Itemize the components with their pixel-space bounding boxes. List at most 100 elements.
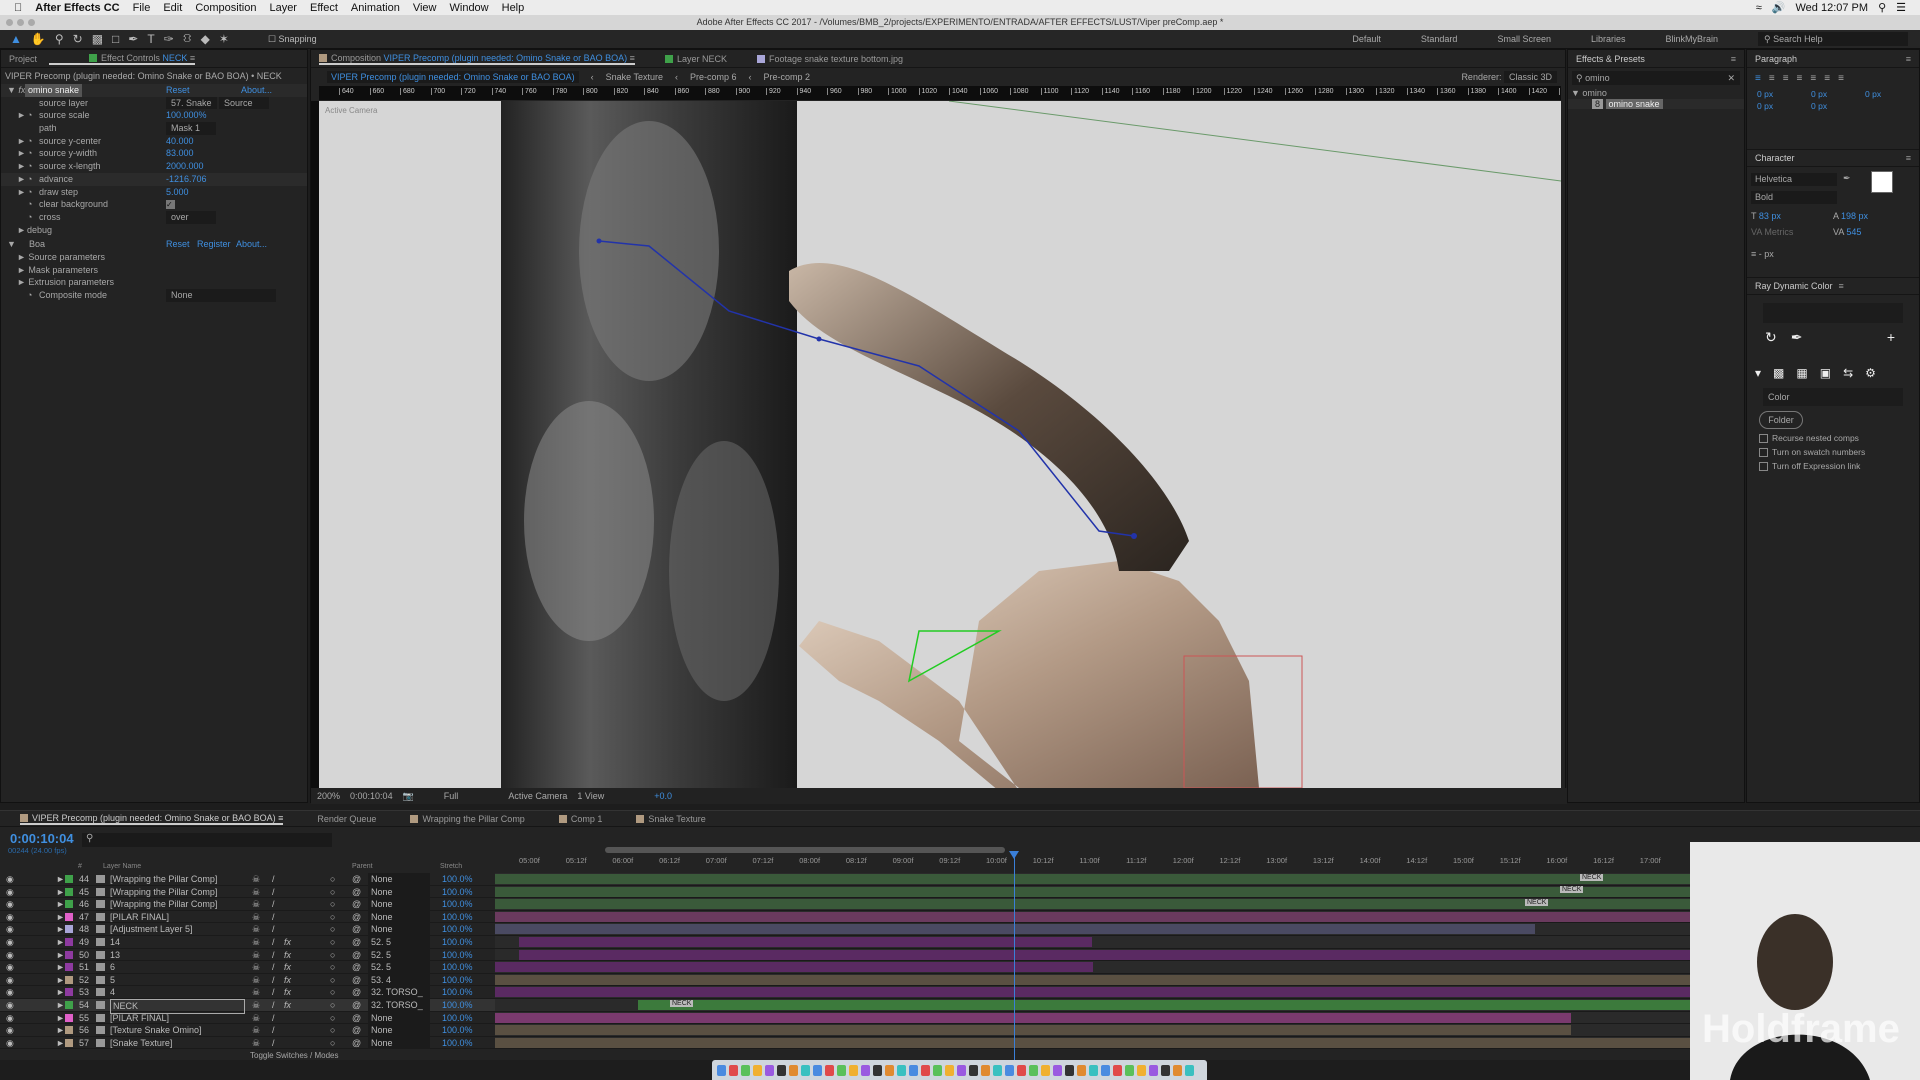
stopwatch-icon[interactable]: ◔ [27,135,32,148]
layer-name[interactable]: [Snake Texture] [110,1037,172,1050]
stopwatch-icon[interactable]: ◔ [27,289,32,302]
dock-app-icon[interactable] [1017,1064,1026,1076]
breadcrumb-item[interactable]: Pre-comp 2 [764,72,811,82]
tab-footage[interactable]: Footage snake texture bottom.jpg [756,54,903,64]
shy-switch-icon[interactable]: ☠ [252,999,260,1012]
3d-layer-icon[interactable]: ○ [330,898,335,911]
quality-switch-icon[interactable]: / [272,986,275,999]
quality-switch-icon[interactable]: / [272,886,275,899]
quality-switch-icon[interactable]: / [272,974,275,987]
space-before-field[interactable]: 0 px [1757,101,1811,111]
pickwhip-icon[interactable]: @ [352,999,361,1012]
shy-switch-icon[interactable]: ☠ [252,986,260,999]
font-size-field[interactable]: 83 px [1759,211,1781,221]
close-window-button[interactable] [6,19,13,26]
pickwhip-icon[interactable]: @ [352,923,361,936]
dock-app-icon[interactable] [921,1064,930,1076]
stamp-tool-icon[interactable]: ⛻ [183,31,192,47]
visibility-eye-icon[interactable]: ◉ [6,873,14,886]
visibility-eye-icon[interactable]: ◉ [6,974,14,987]
layer-name[interactable]: [Wrapping the Pillar Comp] [110,873,217,886]
camera-tool-icon[interactable]: ▩ [92,32,103,46]
label-color-swatch[interactable] [65,938,73,946]
layer-search-input[interactable]: ⚲ [82,833,332,847]
layer-name[interactable]: [Wrapping the Pillar Comp] [110,886,217,899]
stretch-value[interactable]: 100.0% [442,999,473,1012]
workspace-blinkmybrain[interactable]: BlinkMyBrain [1665,34,1718,44]
font-style-dropdown[interactable]: Bold [1751,191,1837,204]
dock-app-icon[interactable] [1065,1064,1074,1076]
exposure-value[interactable]: +0.0 [654,791,672,801]
dock-app-icon[interactable] [993,1064,1002,1076]
parent-dropdown[interactable]: None [368,1036,430,1050]
stopwatch-icon[interactable]: ◔ [27,211,32,224]
stretch-value[interactable]: 100.0% [442,1037,473,1050]
visibility-eye-icon[interactable]: ◉ [6,1012,14,1025]
shy-switch-icon[interactable]: ☠ [252,961,260,974]
layer-track[interactable] [495,885,1690,899]
parent-dropdown[interactable]: 32. TORSO_ [368,999,430,1012]
current-time-display[interactable]: 0:00:10:04 [350,791,393,801]
shy-switch-icon[interactable]: ☠ [252,911,260,924]
layer-expand-toggle[interactable]: ► [56,961,65,974]
indent-right-field[interactable]: 0 px [1811,89,1865,99]
volume-icon[interactable]: 🔊 [1772,1,1786,14]
visibility-eye-icon[interactable]: ◉ [6,999,14,1012]
layer-name[interactable]: 6 [110,961,115,974]
parent-dropdown[interactable]: 52. 5 [368,936,430,949]
dock-app-icon[interactable] [825,1064,834,1076]
quality-switch-icon[interactable]: / [272,911,275,924]
layer-row[interactable]: ◉ ► 44 [Wrapping the Pillar Comp] ☠ / ○ … [0,873,495,886]
label-color-swatch[interactable] [65,975,73,984]
label-color-swatch[interactable] [65,1001,73,1009]
layer-duration-bar[interactable] [495,899,1690,910]
layer-track[interactable] [495,973,1690,987]
shy-switch-icon[interactable]: ☠ [252,873,260,886]
parent-dropdown[interactable]: None [368,923,430,936]
dock-app-icon[interactable] [741,1064,750,1076]
tab-comp-1[interactable]: Comp 1 [558,814,602,824]
indent-first-field[interactable]: 0 px [1865,89,1919,99]
rotate-tool-icon[interactable]: ↻ [73,32,83,46]
dock-app-icon[interactable] [1149,1064,1158,1076]
quality-switch-icon[interactable]: / [272,936,275,949]
stopwatch-icon[interactable]: ◔ [27,109,32,122]
layer-expand-toggle[interactable]: ► [56,986,65,999]
preset-item-omino-snake[interactable]: 8 omino snake [1568,99,1744,109]
tab-viper-precomp[interactable]: VIPER Precomp (plugin needed: Omino Snak… [20,813,284,825]
align-right-icon[interactable]: ≡ [1783,73,1789,84]
dock-app-icon[interactable] [897,1064,906,1076]
param-expand-toggle[interactable]: ► [17,173,26,186]
resolution-dropdown[interactable]: Full [444,791,459,801]
stretch-value[interactable]: 100.0% [442,1024,473,1037]
param-expand-toggle[interactable]: ► [17,147,26,160]
eyedropper-icon[interactable]: ✒ [1843,173,1851,184]
work-area-bar[interactable] [605,847,1005,853]
pickwhip-icon[interactable]: @ [352,886,361,899]
quality-switch-icon[interactable]: / [272,1024,275,1037]
unlink-icon[interactable]: ▩ [1773,366,1784,380]
column-parent[interactable]: Parent [352,863,373,870]
notification-icon[interactable]: ☰ [1896,1,1906,14]
pickwhip-icon[interactable]: @ [352,936,361,949]
layer-track[interactable] [495,948,1690,962]
fx-switch-icon[interactable]: fx [284,961,291,974]
param-dropdown[interactable]: over [166,210,216,224]
pickwhip-icon[interactable]: @ [352,986,361,999]
dock-app-icon[interactable] [849,1064,858,1076]
3d-layer-icon[interactable]: ○ [330,999,335,1012]
layer-name[interactable]: [Texture Snake Omino] [110,1024,202,1037]
layer-expand-toggle[interactable]: ► [56,974,65,987]
tab-render-queue[interactable]: Render Queue [317,814,376,824]
param-value[interactable]: 5.000 [166,186,189,199]
menu-animation[interactable]: Animation [351,2,400,14]
layer-duration-bar[interactable] [495,874,1690,884]
visibility-eye-icon[interactable]: ◉ [6,1037,14,1050]
layer-duration-bar[interactable] [495,1025,1571,1036]
layer-expand-toggle[interactable]: ► [56,898,65,911]
zoom-window-button[interactable] [28,19,35,26]
shy-switch-icon[interactable]: ☠ [252,886,260,899]
snapping-checkbox[interactable]: ☐ Snapping [268,34,317,45]
visibility-eye-icon[interactable]: ◉ [6,949,14,962]
param-dropdown[interactable]: Source [219,96,270,110]
